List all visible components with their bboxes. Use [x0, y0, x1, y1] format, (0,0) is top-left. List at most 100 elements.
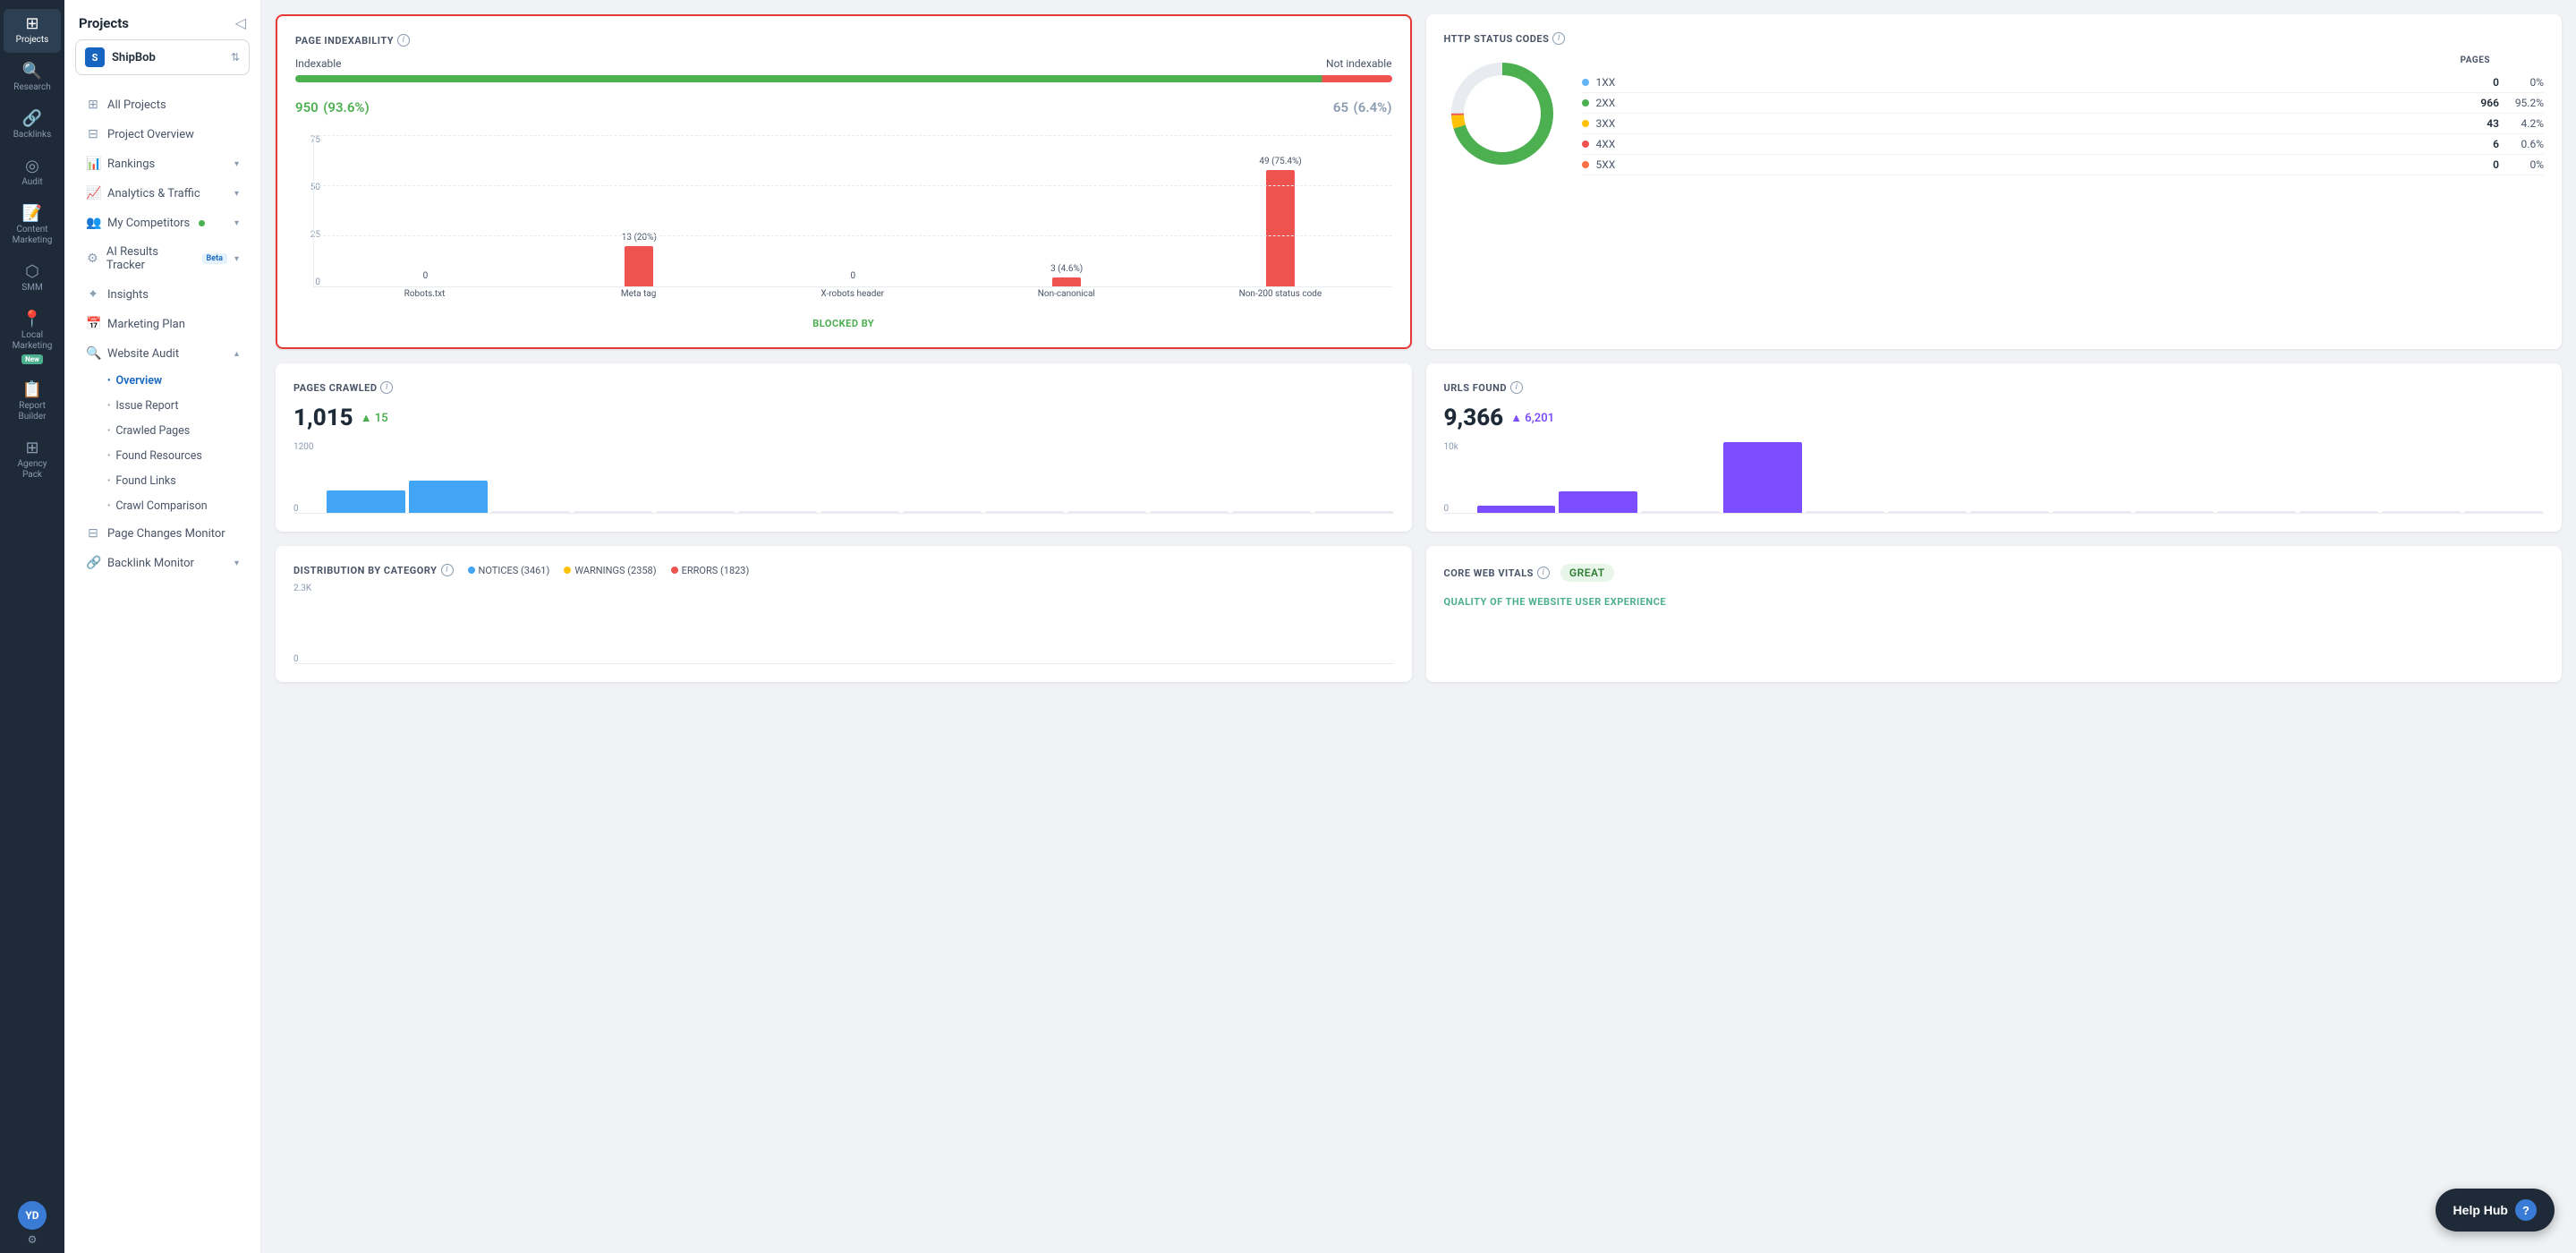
http-legend-row-2xx: 2XX 966 95.2% [1582, 93, 2545, 114]
sidebar: ⊞ Projects 🔍 Research 🔗 Backlinks ◎ Audi… [0, 0, 64, 1253]
chevron-down-icon: ▾ [234, 159, 239, 169]
http-status-card: HTTP STATUS CODES i PAGES [1426, 14, 2563, 349]
competitors-icon: 👥 [86, 216, 100, 230]
help-icon: ? [2515, 1199, 2537, 1221]
sidebar-item-agency-pack[interactable]: ⊞ Agency Pack [4, 433, 61, 488]
legend-warnings: WARNINGS (2358) [564, 565, 656, 576]
backlinks-icon: 🔗 [22, 111, 42, 127]
dot-3xx [1582, 120, 1589, 127]
legend-errors: ERRORS (1823) [671, 565, 750, 576]
rankings-icon: 📊 [86, 157, 100, 171]
nav-section: ⊞ All Projects ⊟ Project Overview 📊 Rank… [64, 86, 260, 582]
info-icon-vitals[interactable]: i [1537, 567, 1550, 579]
sidebar-item-projects[interactable]: ⊞ Projects [4, 9, 61, 53]
nav-label: AI Results Tracker [106, 245, 193, 272]
info-icon-crawled[interactable]: i [380, 381, 393, 394]
user-avatar[interactable]: YD [18, 1201, 47, 1230]
dot-2xx [1582, 99, 1589, 107]
settings-icon[interactable]: ⚙ [28, 1233, 38, 1246]
subnav-crawl-comparison[interactable]: Crawl Comparison [97, 494, 253, 518]
research-icon: 🔍 [22, 64, 42, 80]
online-dot [199, 220, 205, 226]
quality-label: QUALITY OF THE WEBSITE USER EXPERIENCE [1444, 596, 2545, 608]
great-badge: Great [1560, 564, 1614, 582]
nav-insights[interactable]: ✦ Insights [72, 280, 253, 309]
nav-label: Project Overview [107, 128, 194, 141]
subnav-label: Crawled Pages [115, 424, 190, 438]
sidebar-item-local-marketing[interactable]: 📍 Local Marketing New [4, 304, 61, 371]
sidebar-item-content-marketing[interactable]: 📝 Content Marketing [4, 199, 61, 253]
card-title-core-vitals: CORE WEB VITALS i Great [1444, 564, 2545, 582]
help-hub-label: Help Hub [2453, 1203, 2508, 1217]
website-audit-icon: 🔍 [86, 346, 100, 361]
urls-found-value: 9,366 ▲ 6,201 [1444, 405, 2545, 431]
nav-page-changes[interactable]: ⊟ Page Changes Monitor [72, 519, 253, 548]
bar-xrobots: 0 [751, 271, 956, 286]
collapse-button[interactable]: ◁ [235, 14, 246, 32]
nav-label: Rankings [107, 158, 155, 171]
sidebar-item-research[interactable]: 🔍 Research [4, 56, 61, 100]
project-name: ShipBob [112, 51, 224, 64]
nav-label: Analytics & Traffic [107, 187, 200, 200]
sidebar-item-label: Projects [16, 35, 49, 46]
nav-website-audit[interactable]: 🔍 Website Audit ▴ [72, 339, 253, 368]
chart-x-label: BLOCKED BY [295, 318, 1392, 329]
subnav-label: Overview [116, 374, 163, 388]
sidebar-item-label: Backlinks [13, 130, 52, 141]
subnav-overview[interactable]: Overview [97, 369, 253, 393]
card-title-http: HTTP STATUS CODES i [1444, 32, 2545, 45]
audit-icon: ◎ [25, 158, 39, 175]
indexable-count: 950 (93.6%) [295, 95, 370, 117]
help-hub-button[interactable]: Help Hub ? [2436, 1189, 2555, 1232]
subnav-crawled-pages[interactable]: Crawled Pages [97, 419, 253, 443]
bar-robots: 0 [323, 271, 528, 286]
dot-5xx [1582, 161, 1589, 168]
beta-badge: Beta [202, 253, 227, 264]
info-icon-dist[interactable]: i [441, 564, 454, 576]
sidebar-item-label: SMM [21, 283, 42, 294]
project-selector[interactable]: S ShipBob ⇅ [75, 39, 250, 75]
nav-label: Marketing Plan [107, 318, 185, 331]
info-icon[interactable]: i [397, 34, 410, 47]
http-legend-row-5xx: 5XX 0 0% [1582, 155, 2545, 175]
sidebar-item-backlinks[interactable]: 🔗 Backlinks [4, 104, 61, 148]
sidebar-item-report-builder[interactable]: 📋 Report Builder [4, 375, 61, 430]
info-icon-http[interactable]: i [1552, 32, 1565, 45]
subnav-issue-report[interactable]: Issue Report [97, 394, 253, 418]
dot-4xx [1582, 141, 1589, 148]
nav-project-overview[interactable]: ⊟ Project Overview [72, 120, 253, 149]
nav-rankings[interactable]: 📊 Rankings ▾ [72, 149, 253, 178]
nav-all-projects[interactable]: ⊞ All Projects [72, 90, 253, 119]
distribution-card: DISTRIBUTION BY CATEGORY i NOTICES (3461… [276, 546, 1412, 682]
bar-meta: 13 (20%) [537, 233, 742, 286]
chevron-down-icon: ▾ [234, 254, 239, 264]
sidebar-item-label: Agency Pack [7, 459, 57, 481]
bar-noncanonical: 3 (4.6%) [965, 264, 1169, 286]
chevron-down-icon: ▾ [234, 558, 239, 568]
smm-icon: ⬡ [25, 264, 39, 280]
donut-chart [1444, 55, 1560, 175]
dot-notices [468, 567, 475, 574]
http-legend: PAGES 1XX 0 0% 2XX 966 95.2% 3XX [1582, 55, 2545, 175]
card-title-urls: URLS FOUND i [1444, 381, 2545, 394]
projects-title: Projects [79, 15, 129, 31]
http-legend-row-3xx: 3XX 43 4.2% [1582, 114, 2545, 134]
nav-label: All Projects [107, 98, 166, 112]
insights-icon: ✦ [86, 287, 100, 302]
subnav-found-links[interactable]: Found Links [97, 469, 253, 493]
nav-marketing-plan[interactable]: 📅 Marketing Plan [72, 310, 253, 338]
sidebar-item-audit[interactable]: ◎ Audit [4, 151, 61, 195]
nav-my-competitors[interactable]: 👥 My Competitors ▾ [72, 209, 253, 237]
nav-analytics-traffic[interactable]: 📈 Analytics & Traffic ▾ [72, 179, 253, 208]
subnav-found-resources[interactable]: Found Resources [97, 444, 253, 468]
info-icon-urls[interactable]: i [1510, 381, 1523, 394]
new-badge: New [21, 354, 43, 364]
distribution-legend: NOTICES (3461) WARNINGS (2358) ERRORS (1… [468, 565, 750, 576]
nav-backlink-monitor[interactable]: 🔗 Backlink Monitor ▾ [72, 549, 253, 577]
card-title-pages-crawled: PAGES CRAWLED i [293, 381, 1394, 394]
sidebar-item-smm[interactable]: ⬡ SMM [4, 257, 61, 301]
sidebar-item-label: Audit [21, 177, 42, 188]
nav-ai-results-tracker[interactable]: ⚙ AI Results Tracker Beta ▾ [72, 238, 253, 279]
indexability-bar [295, 75, 1392, 82]
sidebar-item-label: Research [13, 82, 50, 93]
